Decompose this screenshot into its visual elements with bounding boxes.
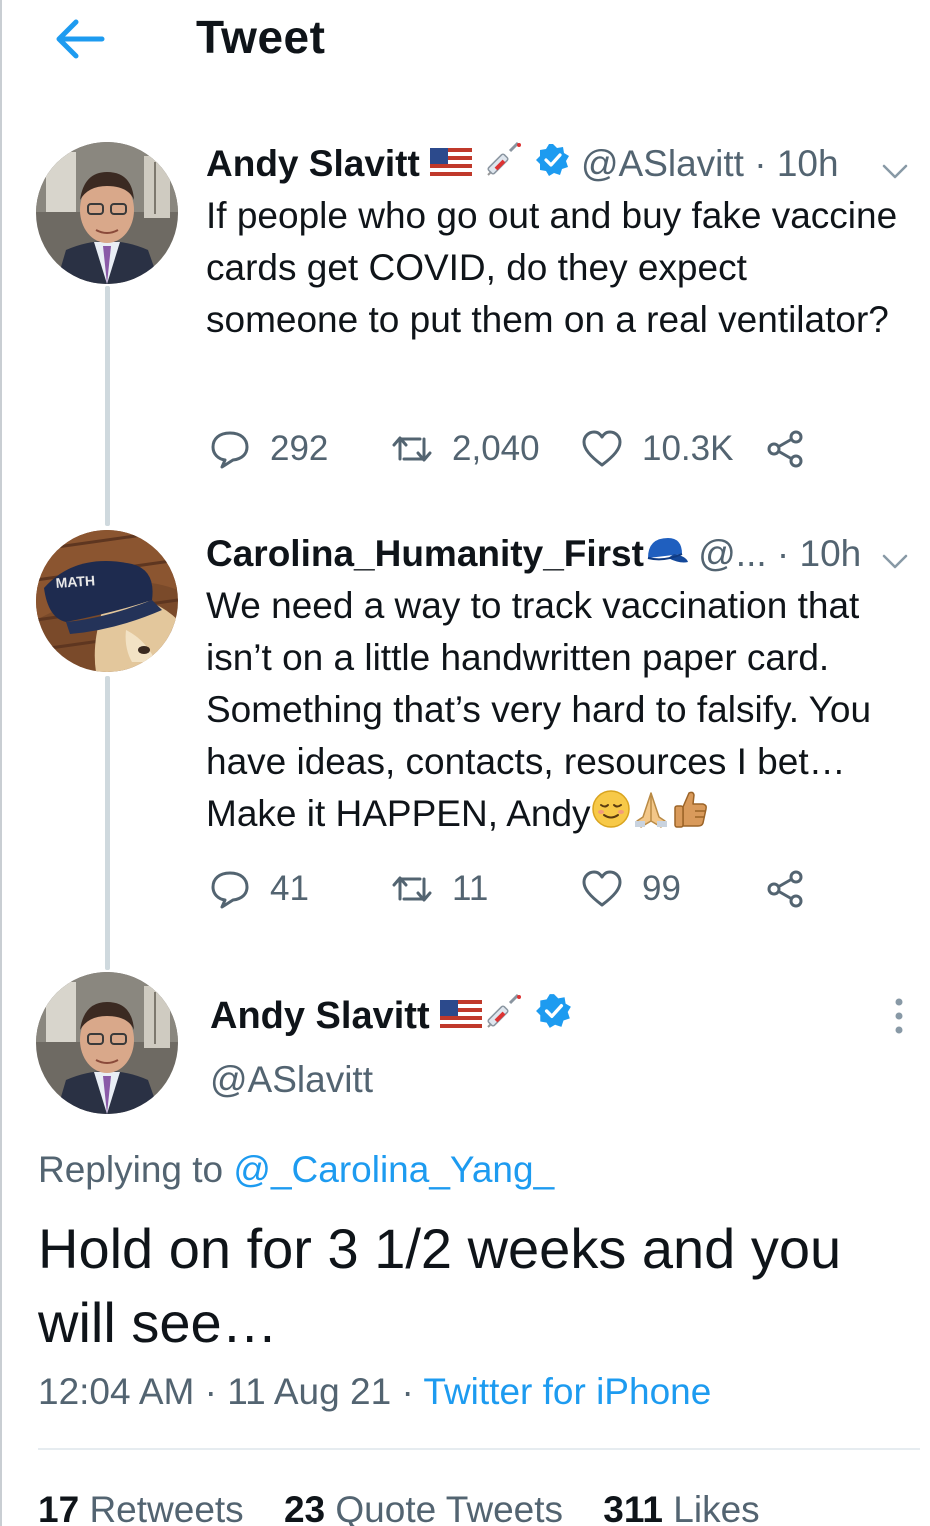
author-name[interactable]: Andy Slavitt: [206, 143, 420, 184]
top-bar: Tweet: [2, 0, 930, 82]
verified-badge-icon: [535, 992, 573, 1044]
replying-to-line: Replying to @_Carolina_Yang_: [38, 1144, 554, 1196]
heart-icon: [582, 870, 622, 907]
tweet-text: If people who go out and buy fake vaccin…: [206, 195, 898, 340]
likes-count: 311: [603, 1489, 663, 1526]
avatar-hat-text: MATH: [55, 572, 95, 591]
avatar[interactable]: [36, 972, 178, 1114]
like-count: 99: [642, 869, 681, 908]
us-flag-emoji: [440, 992, 483, 1044]
author-name[interactable]: Andy Slavitt: [210, 995, 430, 1037]
thumbs-up-emoji: [671, 789, 709, 843]
syringe-emoji: [482, 139, 524, 193]
quote-tweets-stat[interactable]: 23 Quote Tweets: [284, 1489, 563, 1526]
chevron-down-icon[interactable]: [880, 148, 910, 179]
author-handle[interactable]: @ASlavitt: [581, 143, 744, 184]
more-options-icon[interactable]: [886, 994, 912, 1038]
arrow-left-icon: [56, 19, 105, 59]
retweet-button[interactable]: 2,040: [390, 424, 540, 474]
share-button[interactable]: [764, 424, 808, 474]
reply-count: 41: [270, 869, 309, 908]
author-handle[interactable]: @ASlavitt: [210, 1054, 373, 1106]
separator-dot: ·: [754, 143, 767, 184]
share-icon: [767, 430, 803, 468]
tweet-text: We need a way to track vaccination that …: [206, 580, 918, 843]
engagement-stats: 17 Retweets 23 Quote Tweets 311 Likes: [38, 1484, 790, 1526]
reply-count: 292: [270, 429, 329, 468]
retweets-count: 17: [38, 1489, 80, 1526]
tweet-source-link[interactable]: Twitter for iPhone: [423, 1371, 711, 1412]
main-tweet-text: Hold on for 3 1/2 weeks and you will see…: [38, 1217, 842, 1354]
avatar[interactable]: MATH: [36, 530, 178, 672]
separator-dot: ·: [401, 1371, 414, 1412]
replying-to-link[interactable]: @_Carolina_Yang_: [233, 1149, 554, 1190]
verified-badge-icon: [535, 140, 571, 192]
page-title: Tweet: [196, 11, 326, 63]
thread-tweet[interactable]: Andy Slavitt @ASlavitt · 10h If people w…: [206, 138, 918, 346]
tweet-timestamp: 12:04 AM: [38, 1371, 195, 1412]
author-handle[interactable]: @...: [698, 533, 766, 574]
tweet-header: Carolina_Humanity_First @... · 10h: [206, 528, 918, 580]
share-button[interactable]: [764, 864, 808, 914]
thread-tweet[interactable]: Carolina_Humanity_First @... · 10h We ne…: [206, 528, 918, 843]
main-author-name-row[interactable]: Andy Slavitt: [210, 990, 573, 1045]
chevron-down-icon[interactable]: [880, 538, 910, 569]
retweets-stat[interactable]: 17 Retweets: [38, 1489, 244, 1526]
quote-tweets-label: Quote Tweets: [335, 1489, 564, 1526]
quote-tweets-count: 23: [283, 1489, 326, 1526]
likes-label: Likes: [673, 1489, 760, 1526]
reply-icon: [211, 431, 249, 469]
divider: [38, 1448, 920, 1450]
tweet-time[interactable]: 10h: [777, 143, 839, 184]
tweet-header: Andy Slavitt @ASlavitt · 10h: [206, 138, 918, 190]
tweet-actions: 41 11 99: [206, 864, 826, 914]
like-button[interactable]: 10.3K: [580, 424, 733, 474]
separator-dot: ·: [776, 533, 790, 574]
retweet-icon: [392, 436, 432, 462]
thread-connector: [105, 286, 110, 526]
retweet-icon: [392, 876, 432, 902]
retweet-count: 2,040: [452, 429, 540, 468]
folded-hands-emoji: [631, 789, 671, 843]
author-name[interactable]: Carolina_Humanity_First: [206, 533, 644, 574]
blue-cap-emoji: [644, 530, 688, 582]
tweet-text-body: We need a way to track vaccination that …: [206, 585, 872, 834]
reply-icon: [211, 871, 249, 909]
retweets-label: Retweets: [89, 1489, 244, 1526]
likes-stat[interactable]: 311 Likes: [603, 1489, 759, 1526]
retweet-count: 11: [452, 869, 489, 908]
separator-dot: ·: [204, 1371, 217, 1412]
heart-icon: [582, 430, 622, 467]
like-count: 10.3K: [642, 429, 734, 468]
back-button[interactable]: [52, 14, 106, 64]
syringe-emoji: [482, 991, 524, 1045]
relieved-face-emoji: [591, 789, 631, 843]
avatar[interactable]: [36, 142, 178, 284]
share-icon: [767, 870, 803, 908]
tweet-meta: 12:04 AM · 11 Aug 21 · Twitter for iPhon…: [38, 1364, 711, 1420]
us-flag-emoji: [430, 140, 473, 192]
tweet-detail-page: Tweet Andy Slavitt @ASlavitt · 10h If pe…: [0, 0, 930, 1526]
thread-connector: [105, 676, 110, 970]
tweet-actions: 292 2,040 10.3K: [206, 424, 826, 474]
reply-button[interactable]: 41: [208, 864, 309, 914]
like-button[interactable]: 99: [580, 864, 681, 914]
tweet-time[interactable]: 10h: [800, 533, 862, 574]
retweet-button[interactable]: 11: [390, 864, 488, 914]
replying-prefix: Replying to: [38, 1149, 224, 1190]
tweet-date: 11 Aug 21: [227, 1371, 392, 1412]
reply-button[interactable]: 292: [208, 424, 328, 474]
